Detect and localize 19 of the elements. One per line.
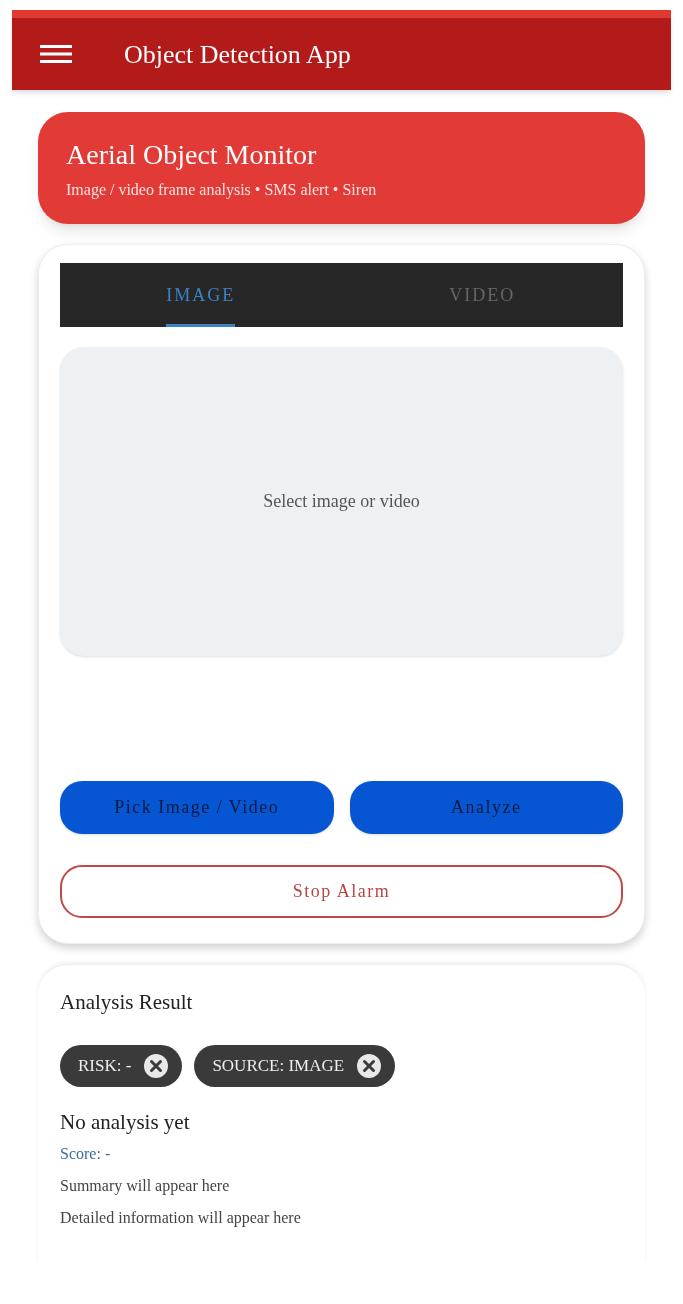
filter-chip[interactable]: RISK: -: [60, 1044, 183, 1087]
status-text: No analysis yet: [60, 1108, 191, 1136]
close-icon[interactable]: [356, 1052, 383, 1079]
chip-label: SOURCE: IMAGE: [212, 1054, 345, 1077]
menu-icon[interactable]: [40, 45, 72, 63]
app-title: Object Detection App: [124, 38, 351, 71]
filter-chip[interactable]: SOURCE: IMAGE: [194, 1044, 396, 1087]
preview-area[interactable]: Select image or video: [60, 347, 623, 656]
stop-alarm-button[interactable]: Stop Alarm: [60, 865, 623, 918]
details-text: Detailed information will appear here: [60, 1208, 302, 1229]
tab[interactable]: IMAGE: [60, 263, 342, 327]
result-title: Analysis Result: [60, 989, 194, 1016]
score-text: Score: -: [60, 1144, 112, 1164]
close-icon[interactable]: [143, 1052, 170, 1079]
header-title: Aerial Object Monitor: [66, 138, 318, 172]
summary-text: Summary will appear here: [60, 1176, 231, 1197]
preview-placeholder: Select image or video: [263, 490, 420, 513]
header-subtitle: Image / video frame analysis • SMS alert • Siren: [66, 180, 378, 201]
chip-label: RISK: -: [78, 1054, 132, 1077]
